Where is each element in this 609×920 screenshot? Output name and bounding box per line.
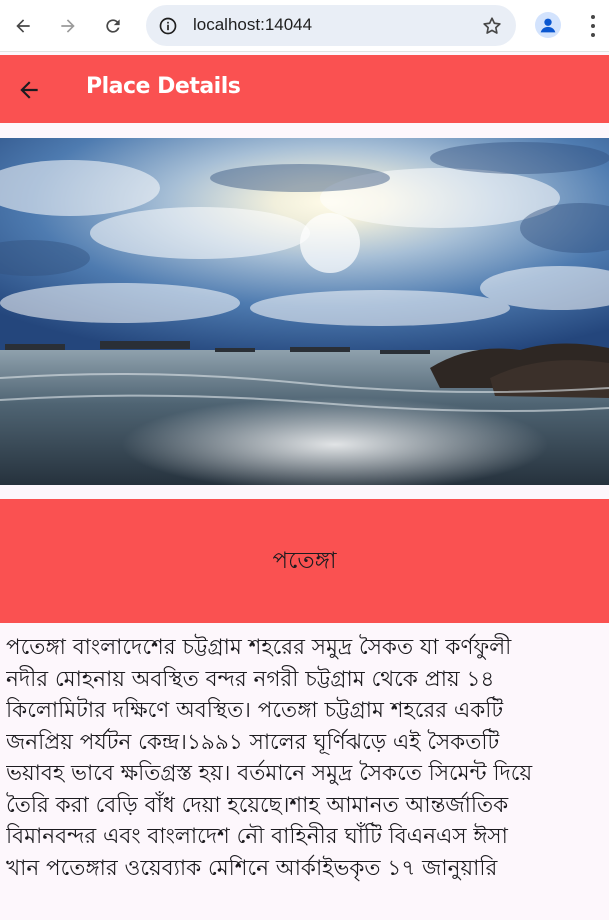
bookmark-star-icon[interactable] [480,14,504,38]
arrow-right-icon [61,19,75,33]
description-line: পতেঙ্গা বাংলাদেশের চট্টগ্রাম শহরের সমুদ্… [6,635,512,660]
kebab-menu-icon[interactable] [582,14,604,38]
page-title: Place Details [86,74,241,99]
place-name-banner: পতেঙ্গা [0,499,609,623]
address-bar[interactable]: localhost:14044 [146,5,516,46]
site-info-icon[interactable] [156,14,180,38]
place-photo [0,138,609,485]
browser-back-button[interactable] [7,10,39,42]
description-line: খান পতেঙ্গার ওয়েব্যাক মেশিনে আর্কাইভকৃত… [6,855,498,881]
description-line: কিলোমিটার দক্ষিণে অবস্থিত। পতেঙ্গা চট্টগ… [6,698,504,723]
app-bar: Place Details [0,55,609,123]
reload-icon [106,19,120,33]
arrow-left-icon [16,19,30,33]
url-text[interactable]: localhost:14044 [193,15,312,35]
profile-avatar-icon[interactable] [535,12,561,38]
description-line: বিমানবন্দর এবং বাংলাদেশ নৌ বাহিনীর ঘাঁটি… [6,824,508,849]
browser-forward-button[interactable] [52,10,84,42]
description-line: ভয়াবহ ভাবে ক্ষতিগ্রস্ত হয়। বর্তমানে সম… [6,761,533,786]
reload-button[interactable] [97,10,129,42]
description-line: তৈরি করা বেড়ি বাঁধ দেয়া হয়েছে।শাহ আমা… [6,792,509,818]
description-line: নদীর মোহনায় অবস্থিত বন্দর নগরী চট্টগ্রা… [6,666,495,692]
place-description: পতেঙ্গা বাংলাদেশের চট্টগ্রাম শহরের সমুদ্… [6,632,609,884]
place-name: পতেঙ্গা [272,547,337,574]
arrow-left-icon [20,81,38,99]
app-back-button[interactable] [15,76,43,104]
description-line: জনপ্রিয় পর্যটন কেন্দ্র।১৯৯১ সালের ঘূর্ণ… [6,729,500,755]
browser-toolbar: localhost:14044 [0,0,609,52]
